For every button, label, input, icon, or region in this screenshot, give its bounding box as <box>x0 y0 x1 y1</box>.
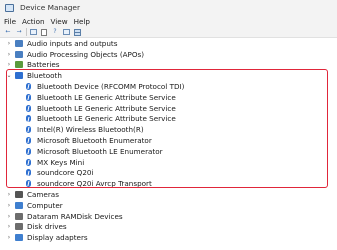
chevron-right-icon[interactable]: › <box>6 51 12 58</box>
menu-action[interactable]: Action <box>22 17 45 26</box>
chevron-right-icon[interactable]: › <box>6 223 12 230</box>
computer-icon <box>15 201 23 209</box>
tree-category[interactable]: › Computer <box>6 200 63 211</box>
chevron-right-icon[interactable]: › <box>6 234 12 241</box>
tree-category-label: Disk drives <box>27 222 67 232</box>
properties-icon[interactable] <box>40 28 48 36</box>
tree-category[interactable]: › Cameras <box>6 189 59 200</box>
tree-category-label: Audio inputs and outputs <box>27 38 118 48</box>
show-hide-icon[interactable] <box>29 29 37 36</box>
tree-category[interactable]: › Dataram RAMDisk Devices <box>6 211 123 222</box>
tree-category-label: Cameras <box>27 190 59 200</box>
toolbar-separator <box>26 28 27 36</box>
back-arrow-icon[interactable]: ← <box>4 29 12 36</box>
menu-help[interactable]: Help <box>74 17 90 26</box>
chevron-right-icon[interactable]: › <box>6 213 12 220</box>
chevron-right-icon[interactable]: › <box>6 202 12 209</box>
title-bar: Device Manager <box>0 0 337 15</box>
battery-icon <box>15 61 23 69</box>
tree-category[interactable]: › Display adapters <box>6 232 88 243</box>
disk-icon <box>15 212 23 220</box>
tree-category-label: Computer <box>27 200 63 210</box>
camera-icon <box>15 191 23 199</box>
monitor-icon <box>15 234 23 242</box>
chevron-right-icon[interactable]: › <box>6 191 12 198</box>
tree-category[interactable]: › Audio Processing Objects (APOs) <box>6 49 144 60</box>
update-driver-icon[interactable] <box>62 29 70 36</box>
bluetooth-highlight-box <box>6 69 328 188</box>
disk-icon <box>15 223 23 231</box>
device-manager-icon <box>5 3 14 12</box>
menu-bar: File Action View Help <box>0 15 337 27</box>
toolbar: ← → ? <box>0 27 337 38</box>
tree-category[interactable]: › Disk drives <box>6 222 67 233</box>
window-title: Device Manager <box>20 3 81 12</box>
tree-category-label: Display adapters <box>27 233 88 243</box>
menu-view[interactable]: View <box>51 17 68 26</box>
tree-category-label: Dataram RAMDisk Devices <box>27 211 123 221</box>
forward-arrow-icon[interactable]: → <box>15 29 23 36</box>
help-icon[interactable]: ? <box>51 29 59 36</box>
scan-hardware-icon[interactable] <box>73 28 81 36</box>
menu-file[interactable]: File <box>4 17 16 26</box>
chevron-right-icon[interactable]: › <box>6 61 12 68</box>
speaker-icon <box>15 50 23 58</box>
chevron-right-icon[interactable]: › <box>6 40 12 47</box>
tree-category[interactable]: › Audio inputs and outputs <box>6 38 118 49</box>
speaker-icon <box>15 39 23 47</box>
tree-category-label: Audio Processing Objects (APOs) <box>27 49 145 59</box>
